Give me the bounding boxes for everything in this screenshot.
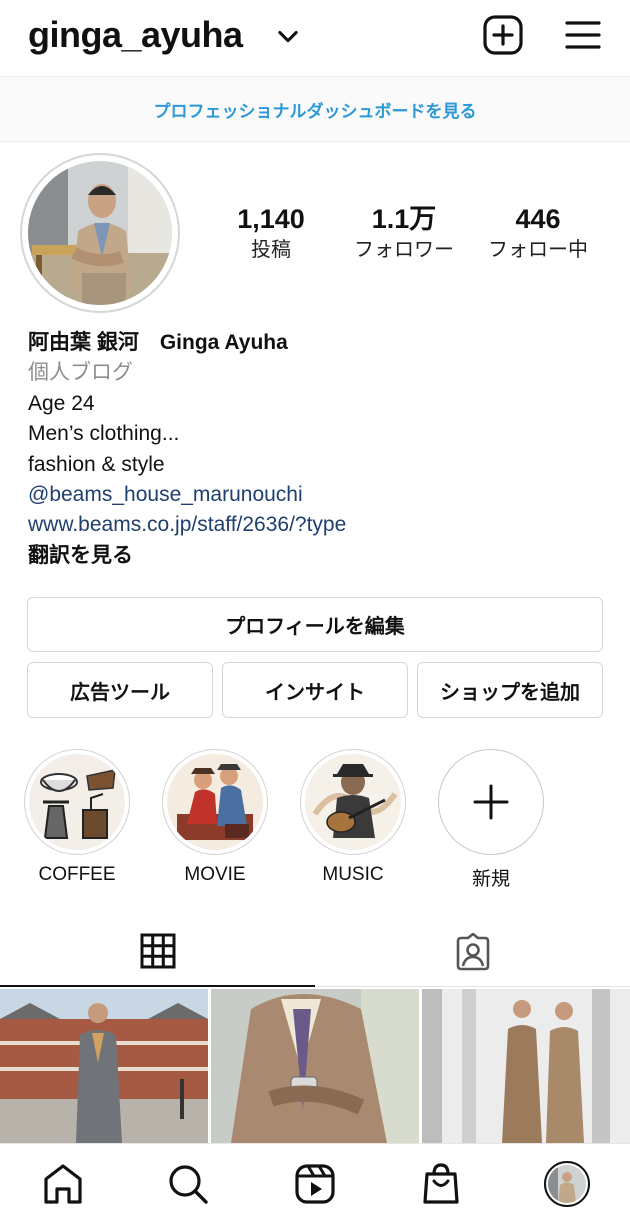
music-illustration — [305, 754, 401, 850]
mention-link[interactable]: @beams_house_marunouchi — [28, 480, 608, 510]
grid-icon — [140, 933, 175, 969]
highlight-movie[interactable]: MOVIE — [161, 749, 269, 886]
reels-icon[interactable] — [293, 1162, 337, 1206]
bio-line: Age 24 — [28, 391, 95, 415]
chevron-down-icon[interactable] — [274, 22, 302, 50]
profile-tab-avatar[interactable] — [544, 1161, 590, 1207]
profile-bio: 阿由葉 銀河 Ginga Ayuha 個人ブログ Age 24 Men’s cl… — [28, 328, 608, 571]
posts-count[interactable]: 1,140 投稿 — [196, 203, 346, 263]
see-translation-link[interactable]: 翻訳を見る — [28, 541, 608, 571]
username-title[interactable]: ginga_ayuha — [28, 14, 243, 56]
highlight-new[interactable]: 新規 — [437, 749, 545, 891]
plus-icon — [473, 784, 509, 820]
highlight-coffee[interactable]: COFFEE — [23, 749, 131, 886]
website-link[interactable]: www.beams.co.jp/staff/2636/?type — [28, 510, 608, 540]
followers-value: 1.1万 — [371, 204, 437, 234]
following-value: 446 — [515, 204, 561, 234]
post-thumbnail[interactable] — [211, 989, 419, 1143]
home-icon[interactable] — [41, 1162, 85, 1206]
post-thumbnail[interactable] — [0, 989, 208, 1143]
following-label: フォロー中 — [488, 237, 588, 261]
add-shop-button[interactable]: ショップを追加 — [417, 662, 603, 718]
account-category: 個人ブログ — [28, 361, 133, 385]
edit-profile-button[interactable]: プロフィールを編集 — [27, 597, 603, 652]
search-icon[interactable] — [166, 1162, 210, 1206]
highlight-label: COFFEE — [38, 864, 116, 885]
hamburger-menu-icon[interactable] — [562, 14, 604, 56]
ad-tools-button[interactable]: 広告ツール — [27, 662, 213, 718]
post-photo — [422, 989, 630, 1143]
coffee-illustration — [29, 754, 125, 850]
highlight-label: MUSIC — [322, 864, 384, 885]
bottom-nav — [0, 1143, 630, 1225]
posts-label: 投稿 — [251, 237, 291, 261]
profile-avatar[interactable] — [20, 153, 180, 313]
professional-dashboard-link[interactable]: プロフェッショナルダッシュボードを見る — [0, 76, 630, 142]
highlight-music[interactable]: MUSIC — [299, 749, 407, 886]
insights-button[interactable]: インサイト — [222, 662, 408, 718]
top-header: ginga_ayuha — [0, 0, 630, 76]
post-photo — [0, 989, 208, 1143]
display-name: 阿由葉 銀河 Ginga Ayuha — [28, 331, 288, 354]
dashboard-label: プロフェッショナルダッシュボードを見る — [153, 101, 477, 122]
tab-posts-grid[interactable] — [0, 917, 315, 987]
avatar-photo — [548, 1165, 586, 1203]
followers-count[interactable]: 1.1万 フォロワー — [329, 203, 479, 263]
highlight-label: 新規 — [471, 869, 510, 890]
posts-value: 1,140 — [237, 204, 305, 234]
avatar-photo — [28, 161, 172, 305]
bio-line: fashion & style — [28, 452, 165, 476]
movie-illustration — [167, 754, 263, 850]
followers-label: フォロワー — [354, 237, 454, 261]
highlight-label: MOVIE — [184, 864, 246, 885]
plus-square-icon[interactable] — [482, 14, 524, 56]
bio-line: Men’s clothing... — [28, 422, 180, 446]
post-photo — [211, 989, 419, 1143]
shop-bag-icon[interactable] — [419, 1162, 463, 1206]
following-count[interactable]: 446 フォロー中 — [463, 203, 613, 263]
post-thumbnail[interactable] — [422, 989, 630, 1143]
tagged-person-icon — [456, 932, 489, 970]
tab-tagged[interactable] — [315, 917, 630, 987]
